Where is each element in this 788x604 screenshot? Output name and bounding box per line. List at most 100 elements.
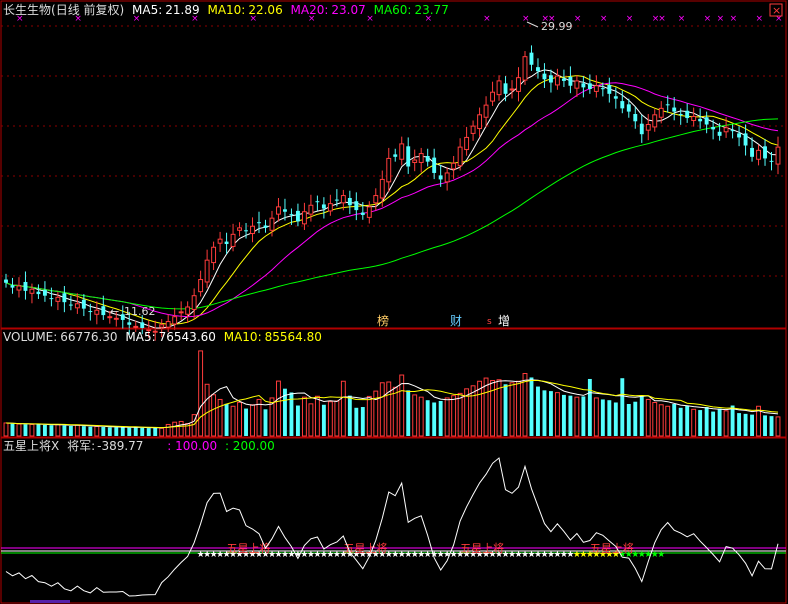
volume-bar xyxy=(244,408,248,436)
volume-bar xyxy=(490,379,496,437)
volume-bar xyxy=(360,407,365,436)
candle-body xyxy=(432,157,437,173)
volume-bar xyxy=(36,424,41,436)
volume-bar xyxy=(737,413,742,436)
stock-chart[interactable]: × × × × × × × × × × ×× × × × ×× × × × × × × 长生生物(日线 前复权) MA5… xyxy=(0,0,788,604)
candle-body xyxy=(386,157,392,183)
volume-bar xyxy=(347,395,352,436)
volume-bar xyxy=(698,410,703,436)
volume-label: VOLUME: xyxy=(3,330,57,344)
volume-bar xyxy=(568,395,573,436)
event-markers: 榜 财 s 增 xyxy=(377,313,510,328)
volume-bar xyxy=(127,427,132,436)
volume-bar xyxy=(224,403,229,436)
candle-body xyxy=(366,206,372,218)
volume-bar xyxy=(101,426,106,436)
close-box[interactable]: × xyxy=(769,3,783,17)
candle-body xyxy=(743,133,748,146)
volume-bar xyxy=(16,423,22,437)
volume-bar xyxy=(308,403,314,437)
general-line xyxy=(5,457,779,597)
volume-bar xyxy=(542,390,547,436)
candle-body xyxy=(626,104,631,112)
volume-bar xyxy=(81,426,86,436)
candle-body xyxy=(10,285,15,288)
candle-body xyxy=(490,91,496,102)
candle-body xyxy=(645,124,651,131)
candle-body xyxy=(29,288,35,294)
indicator-scrollbar[interactable] xyxy=(30,600,70,603)
candle-body xyxy=(237,227,242,231)
candle-body xyxy=(529,52,534,65)
volume-bar xyxy=(775,416,781,437)
candle-body xyxy=(554,75,560,86)
volume-bar xyxy=(146,428,151,436)
volume-bar xyxy=(581,396,586,436)
volume-bar xyxy=(327,401,333,437)
top-x-marker: × xyxy=(574,14,582,24)
volume-bar xyxy=(379,382,385,437)
top-x-marker: × xyxy=(626,14,634,24)
volume-bar xyxy=(665,405,671,437)
volume-bar xyxy=(444,397,450,437)
candle-body xyxy=(211,246,217,264)
volume-bar xyxy=(198,350,204,437)
volume-bar xyxy=(412,394,418,437)
candle-body xyxy=(250,225,255,235)
candle-body xyxy=(185,306,191,315)
candle-body xyxy=(711,126,716,130)
volume-bar xyxy=(114,427,119,436)
candle-body xyxy=(477,114,483,130)
volume-bar xyxy=(140,427,145,436)
candle-body xyxy=(42,290,47,296)
volume-bar xyxy=(62,425,67,436)
top-x-marker: × xyxy=(704,14,712,24)
candle-body xyxy=(283,209,287,212)
candle-body xyxy=(658,107,664,118)
price-grid xyxy=(1,25,786,277)
candle-body xyxy=(581,83,586,88)
period-label: (日线 前复权) xyxy=(51,2,124,17)
candle-body xyxy=(315,201,320,203)
volume-bar xyxy=(74,424,80,437)
stock-name: 长生生物 xyxy=(3,3,51,17)
candle-body xyxy=(217,238,223,244)
candle-body xyxy=(360,212,365,215)
volume-bar xyxy=(94,425,100,437)
candle-body xyxy=(587,83,592,89)
high-annotation: 29.99 xyxy=(526,20,573,33)
ma20-value: 23.07 xyxy=(331,3,365,17)
top-x-marker: × xyxy=(600,14,608,24)
candle-body xyxy=(685,110,690,119)
candle-body xyxy=(691,115,697,121)
candle-body xyxy=(639,123,644,135)
candles xyxy=(4,45,781,341)
volume-ma5-value: 76543.60 xyxy=(159,330,216,344)
candle-body xyxy=(496,80,502,96)
volume-bar xyxy=(607,400,612,436)
volume-bar xyxy=(658,404,664,437)
candle-body xyxy=(483,104,489,118)
candle-body xyxy=(101,306,106,316)
volume-bar xyxy=(723,410,729,437)
candle-body xyxy=(379,178,385,199)
candle-body xyxy=(191,295,197,310)
candle-body xyxy=(406,146,411,167)
ma60-line xyxy=(5,118,779,310)
low-price-label: 11.62 xyxy=(124,305,156,318)
volume-bar xyxy=(334,400,340,437)
volume-bar xyxy=(217,398,223,437)
volume-ma10-label: MA10: xyxy=(224,330,262,344)
candle-body xyxy=(574,80,580,89)
candle-body xyxy=(230,233,236,247)
candle-body xyxy=(412,159,418,163)
candle-body xyxy=(717,131,722,136)
candle-body xyxy=(672,107,677,112)
candle-body xyxy=(444,172,450,183)
indicator-header: 五星上将X 将军: -389.77 : 100.00 : 200.00 xyxy=(3,439,275,453)
candle-body xyxy=(263,225,268,228)
ma10-label: MA10: xyxy=(207,3,245,17)
close-icon[interactable]: × xyxy=(772,4,781,17)
candle-body xyxy=(244,230,248,232)
candle-body xyxy=(418,153,424,163)
